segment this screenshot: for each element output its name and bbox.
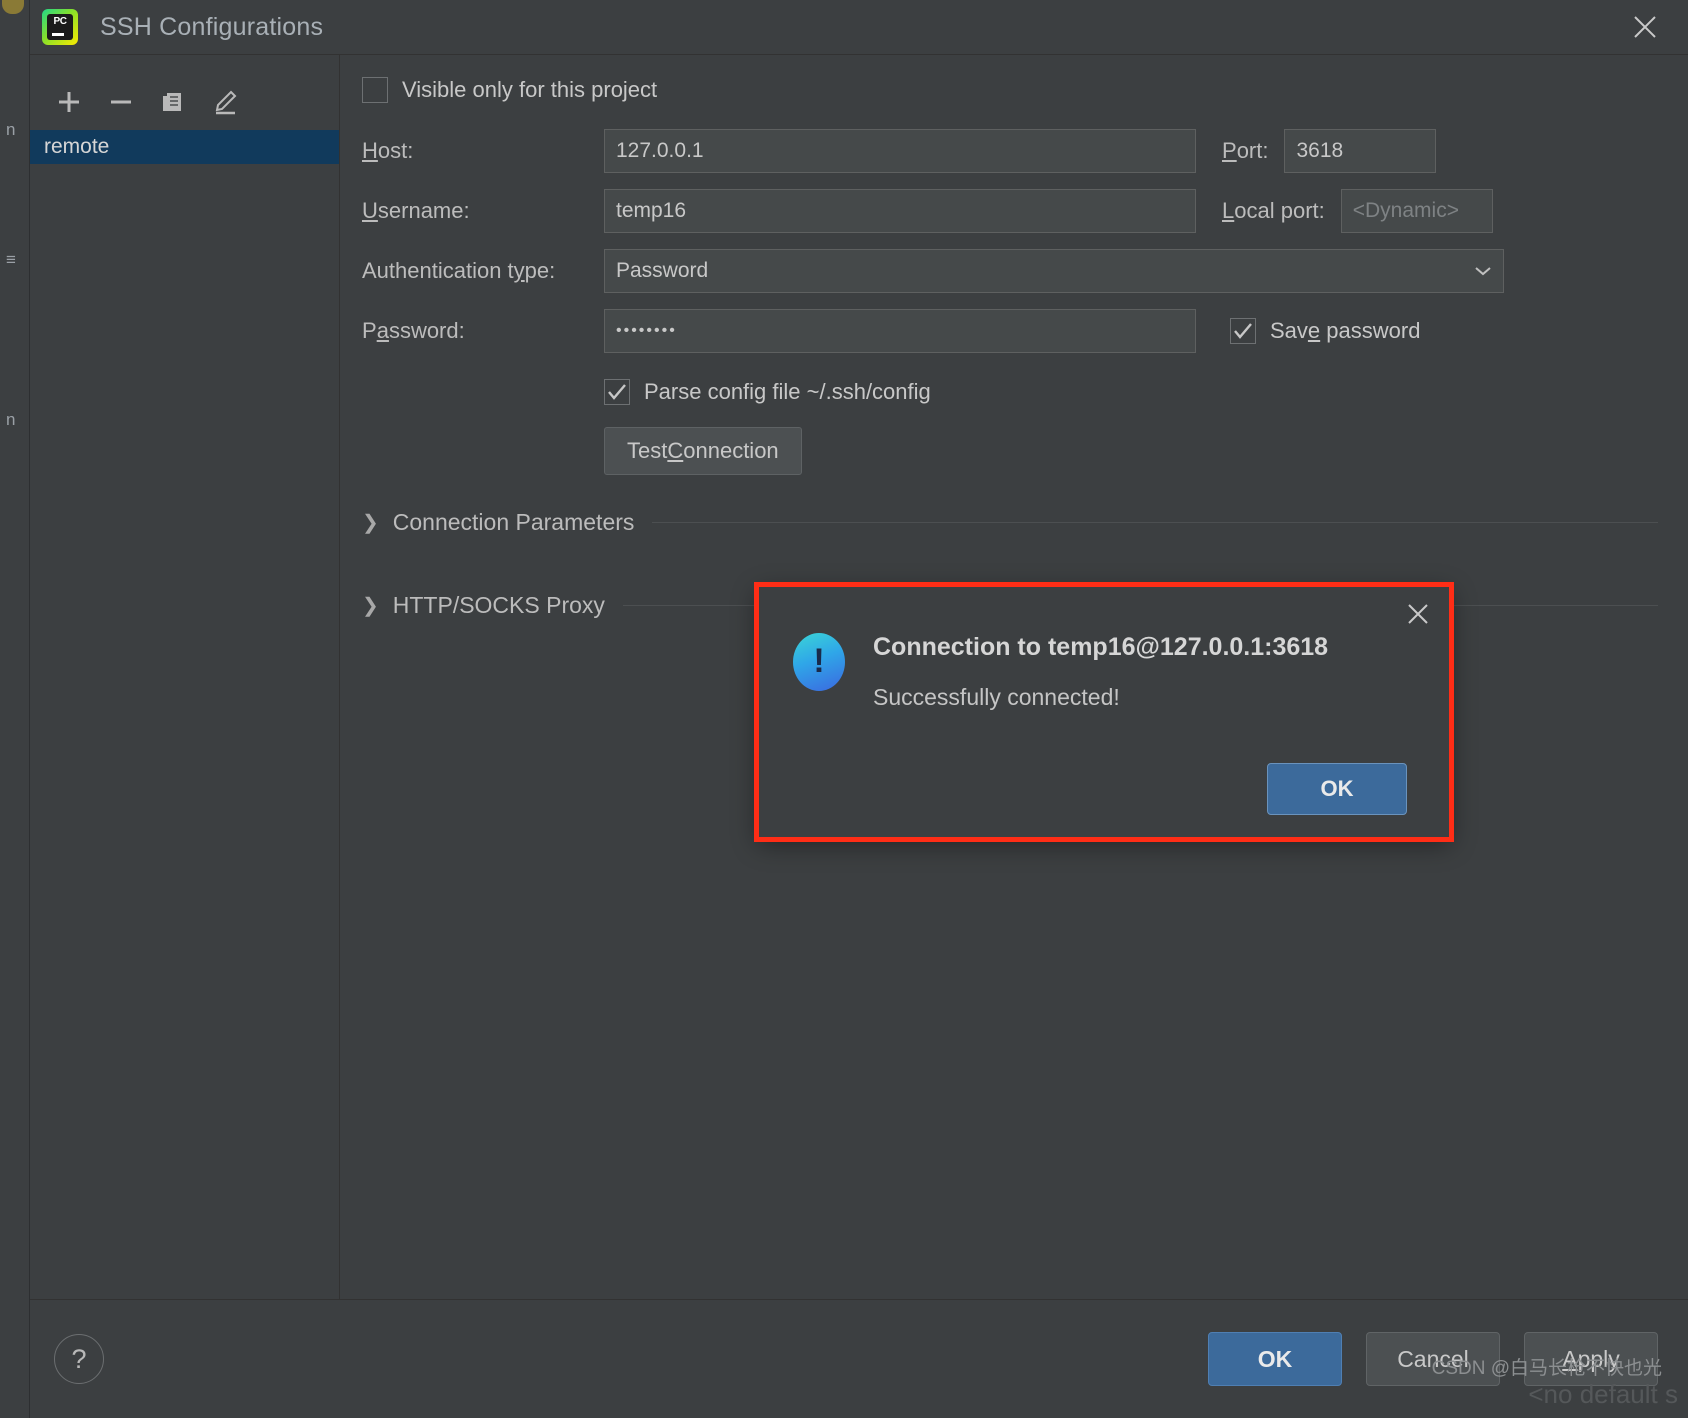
port-input[interactable]: 3618 [1284,129,1437,173]
auth-type-value: Password [616,259,709,282]
parse-config-row: Parse config file ~/.ssh/config [604,379,1658,405]
visible-only-checkbox[interactable] [362,77,388,103]
username-label: Username: [362,198,470,223]
ssh-configurations-window: n ≡ n PC SSH Configurations remote Visib… [0,0,1688,1418]
test-connection-button[interactable]: Test Connection [604,427,802,475]
chevron-right-icon: ❯ [362,512,379,534]
title-bar: PC SSH Configurations [30,0,1688,55]
chevron-down-icon [1475,267,1491,276]
page-title: SSH Configurations [100,12,324,41]
parse-config-checkbox[interactable] [604,379,630,405]
dialog-window: PC SSH Configurations remote Visible onl… [30,0,1688,1418]
minus-icon [111,100,131,104]
ide-background-sliver: n ≡ n [0,0,30,1418]
modal-text-block: Connection to temp16@127.0.0.1:3618 Succ… [873,633,1328,711]
modal-panel: ! Connection to temp16@127.0.0.1:3618 Su… [758,586,1450,838]
section-label: HTTP/SOCKS Proxy [392,592,605,618]
chevron-right-icon: ❯ [362,595,379,617]
ssh-settings-form: Visible only for this project Host: 127.… [340,55,1688,1299]
config-item-label: remote [44,135,110,158]
dialog-body: remote Visible only for this project Hos… [30,55,1688,1300]
list-item[interactable]: remote [30,130,339,164]
host-input[interactable]: 127.0.0.1 [604,129,1196,173]
auth-type-label: Authentication type: [362,258,556,283]
port-label: Port: [1222,138,1269,163]
host-label: Host: [362,138,414,163]
local-port-input[interactable]: <Dynamic> [1340,189,1493,233]
test-connection-row: Test Connection [604,427,1658,475]
modal-message: Successfully connected! [873,684,1120,710]
plus-icon [59,92,79,112]
section-divider [652,522,1658,523]
save-password-row: Save password [1230,318,1420,344]
password-input[interactable]: •••••••• [604,309,1196,353]
add-button[interactable] [46,81,92,123]
section-connection-parameters[interactable]: ❯ Connection Parameters [362,509,1658,536]
auth-type-row: Authentication type: Password [362,249,1658,293]
password-row: Password: •••••••• Save password [362,309,1658,353]
pycharm-logo-icon: PC [42,9,78,45]
modal-content: ! Connection to temp16@127.0.0.1:3618 Su… [759,587,1449,711]
help-button[interactable]: ? [54,1334,104,1384]
edit-button[interactable] [202,81,248,123]
modal-close-icon[interactable] [1401,597,1435,631]
ide-tab-indicator [2,0,24,14]
section-label: Connection Parameters [392,509,635,535]
sliver-glyph-top: n [6,120,16,139]
save-password-checkbox[interactable] [1230,318,1256,344]
save-password-label: Save password [1270,318,1421,343]
sliver-glyph-bottom: n [6,410,16,429]
username-input[interactable]: temp16 [604,189,1196,233]
configurations-list: remote [30,130,339,164]
checkmark-icon [1234,323,1252,339]
configurations-sidebar: remote [30,55,340,1299]
pencil-icon [215,90,237,115]
host-row: Host: 127.0.0.1 Port: 3618 [362,129,1658,173]
connection-result-dialog: ! Connection to temp16@127.0.0.1:3618 Su… [754,582,1454,842]
info-exclamation-icon: ! [793,633,845,691]
visible-only-label: Visible only for this project [402,77,658,102]
csdn-watermark: CSDN @白马长枪不快也光 [1431,1358,1662,1379]
parse-config-label: Parse config file ~/.ssh/config [644,379,931,404]
sidebar-toolbar [30,77,339,127]
copy-button[interactable] [150,81,196,123]
modal-ok-button[interactable]: OK [1267,763,1407,815]
close-icon[interactable] [1624,6,1666,48]
visible-only-row: Visible only for this project [362,77,1658,103]
checkmark-icon [608,384,626,400]
sliver-glyph-mid: ≡ [6,250,16,269]
password-label: Password: [362,318,465,343]
ok-button[interactable]: OK [1208,1332,1342,1386]
modal-title: Connection to temp16@127.0.0.1:3618 [873,633,1329,661]
dialog-footer: ? OK Cancel Apply <no default s CSDN @白马… [30,1300,1688,1418]
auth-type-select[interactable]: Password [604,249,1504,293]
copy-icon [163,93,181,111]
local-port-label: Local port: [1222,198,1325,223]
remove-button[interactable] [98,81,144,123]
username-row: Username: temp16 Local port: <Dynamic> [362,189,1658,233]
background-ghost-text: <no default s [1528,1379,1678,1409]
